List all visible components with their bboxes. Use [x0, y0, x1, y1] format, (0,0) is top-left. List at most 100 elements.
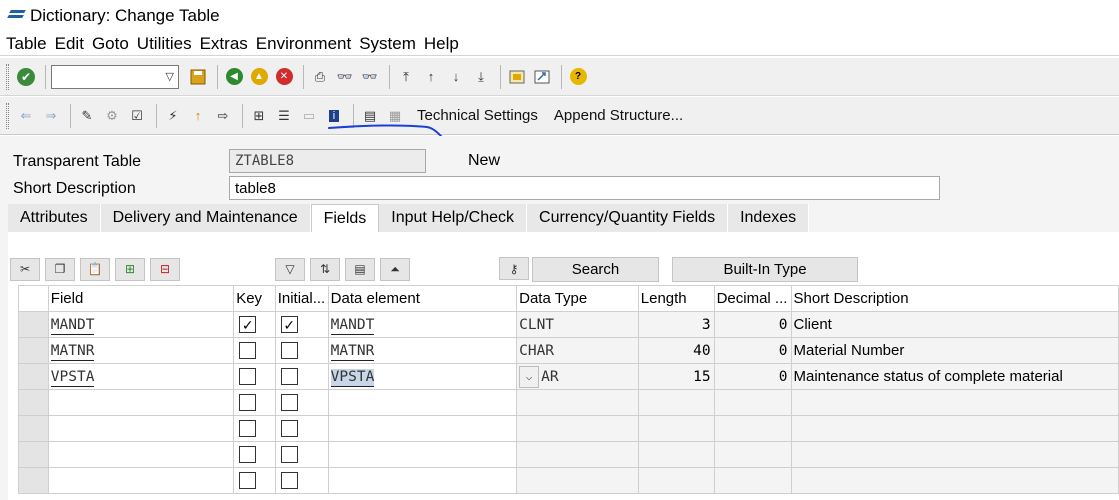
key-checkbox[interactable]: ✓ [239, 316, 257, 334]
column-header-length[interactable]: Length [637, 285, 715, 312]
tab-currency-quantity-fields[interactable]: Currency/Quantity Fields [527, 204, 729, 232]
tab-attributes[interactable]: Attributes [8, 204, 101, 232]
command-field[interactable]: ▽ [51, 64, 179, 89]
row-selector[interactable] [18, 441, 49, 468]
help-button[interactable]: ? [567, 66, 589, 88]
first-page-button[interactable]: ⤒ [395, 66, 417, 88]
data-element-cell[interactable]: MANDT [327, 311, 518, 338]
row-selector[interactable] [18, 337, 49, 364]
reference-button[interactable]: ⚷ [499, 257, 529, 280]
save-button[interactable] [187, 66, 209, 88]
field-cell[interactable]: MATNR [47, 337, 235, 364]
append-structure-button[interactable]: Append Structure... [554, 107, 683, 124]
row-selector[interactable] [18, 415, 49, 442]
column-header-field[interactable]: Field [47, 285, 235, 312]
field-cell[interactable] [47, 441, 235, 468]
where-used-button[interactable]: ↑ [187, 105, 209, 127]
initial-checkbox[interactable] [280, 342, 298, 360]
menu-table[interactable]: Table [6, 34, 47, 54]
tab-fields[interactable]: Fields [310, 204, 380, 232]
field-cell[interactable]: MANDT [47, 311, 235, 338]
builtin-type-button[interactable]: Built-In Type [672, 257, 858, 282]
row-selector[interactable] [18, 363, 49, 390]
column-header-data-element[interactable]: Data element [327, 285, 518, 312]
dropdown-button[interactable]: ⌵ [519, 365, 540, 388]
back-arrow-button[interactable]: ⇐ [15, 105, 37, 127]
row-selector[interactable] [18, 311, 49, 338]
menu-system[interactable]: System [359, 34, 416, 54]
key-checkbox[interactable] [239, 420, 257, 438]
column-header-initial[interactable]: Initial... [274, 285, 329, 312]
exit-button[interactable]: ▲ [248, 66, 270, 88]
short-description-input[interactable]: table8 [229, 176, 940, 200]
tab-indexes[interactable]: Indexes [728, 204, 810, 232]
data-element-cell[interactable] [327, 415, 518, 442]
navigate-button[interactable]: ⇨ [212, 105, 234, 127]
data-element-cell[interactable] [327, 389, 518, 416]
other-object-button[interactable]: ⚙ [101, 105, 123, 127]
activate-button[interactable]: ⚡ [162, 105, 184, 127]
cut-button[interactable]: ✂ [10, 257, 40, 281]
hierarchy-button[interactable]: ⊞ [248, 105, 270, 127]
display-object-button[interactable]: ▭ [298, 105, 320, 127]
last-page-button[interactable]: ⤓ [470, 66, 492, 88]
enter-button[interactable]: ✔ [15, 66, 37, 88]
initial-checkbox[interactable] [280, 420, 298, 438]
shortcut-button[interactable] [531, 66, 553, 88]
new-session-button[interactable] [506, 66, 528, 88]
row-selector-header[interactable] [18, 285, 49, 312]
key-checkbox[interactable] [239, 472, 257, 490]
collapse-button[interactable]: ⏶ [380, 257, 410, 281]
row-selector[interactable] [18, 467, 49, 494]
details-button[interactable]: ▤ [345, 257, 375, 281]
key-checkbox[interactable] [239, 342, 257, 360]
tab-input-help-check[interactable]: Input Help/Check [379, 204, 528, 232]
find-next-button[interactable]: 👓 [359, 66, 381, 88]
print-button[interactable]: ⎙ [309, 66, 331, 88]
initial-checkbox[interactable] [280, 368, 298, 386]
field-cell[interactable] [47, 415, 235, 442]
column-header-decimal[interactable]: Decimal ... [713, 285, 792, 312]
menu-goto[interactable]: Goto [92, 34, 129, 54]
back-button[interactable]: ◀ [223, 66, 245, 88]
key-checkbox[interactable] [239, 394, 257, 412]
key-checkbox[interactable] [239, 368, 257, 386]
forward-arrow-button[interactable]: ⇒ [40, 105, 62, 127]
technical-settings-button[interactable]: Technical Settings [417, 107, 538, 124]
next-page-button[interactable]: ↓ [445, 66, 467, 88]
paste-button[interactable]: 📋 [80, 257, 110, 281]
insert-row-button[interactable]: ⊞ [115, 257, 145, 281]
delete-row-button[interactable]: ⊟ [150, 257, 180, 281]
cancel-button[interactable]: ✕ [273, 66, 295, 88]
menu-utilities[interactable]: Utilities [137, 34, 192, 54]
initial-checkbox[interactable]: ✓ [280, 316, 298, 334]
menu-help[interactable]: Help [424, 34, 459, 54]
data-element-cell[interactable]: VPSTA [327, 363, 518, 390]
data-element-cell[interactable] [327, 441, 518, 468]
field-cell[interactable] [47, 389, 235, 416]
row-selector[interactable] [18, 389, 49, 416]
initial-checkbox[interactable] [280, 446, 298, 464]
object-list-button[interactable]: ☰ [273, 105, 295, 127]
column-header-short-description[interactable]: Short Description [790, 285, 1119, 312]
column-header-key[interactable]: Key [233, 285, 276, 312]
field-cell[interactable]: VPSTA [47, 363, 235, 390]
column-header-data-type[interactable]: Data Type [516, 285, 639, 312]
initial-checkbox[interactable] [280, 472, 298, 490]
previous-page-button[interactable]: ↑ [420, 66, 442, 88]
data-element-cell[interactable] [327, 467, 518, 494]
chevron-down-icon[interactable]: ▽ [166, 70, 174, 83]
filter-button[interactable]: ▽ [275, 257, 305, 281]
tab-delivery-maintenance[interactable]: Delivery and Maintenance [100, 204, 311, 232]
menu-environment[interactable]: Environment [256, 34, 351, 54]
check-button[interactable]: ☑ [126, 105, 148, 127]
sort-button[interactable]: ⇅ [310, 257, 340, 281]
copy-button[interactable]: ❐ [45, 257, 75, 281]
search-button[interactable]: Search [532, 257, 659, 282]
menu-edit[interactable]: Edit [55, 34, 84, 54]
field-cell[interactable] [47, 467, 235, 494]
find-button[interactable]: 👓 [334, 66, 356, 88]
data-element-cell[interactable]: MATNR [327, 337, 518, 364]
display-change-button[interactable]: ✎ [76, 105, 98, 127]
initial-checkbox[interactable] [280, 394, 298, 412]
